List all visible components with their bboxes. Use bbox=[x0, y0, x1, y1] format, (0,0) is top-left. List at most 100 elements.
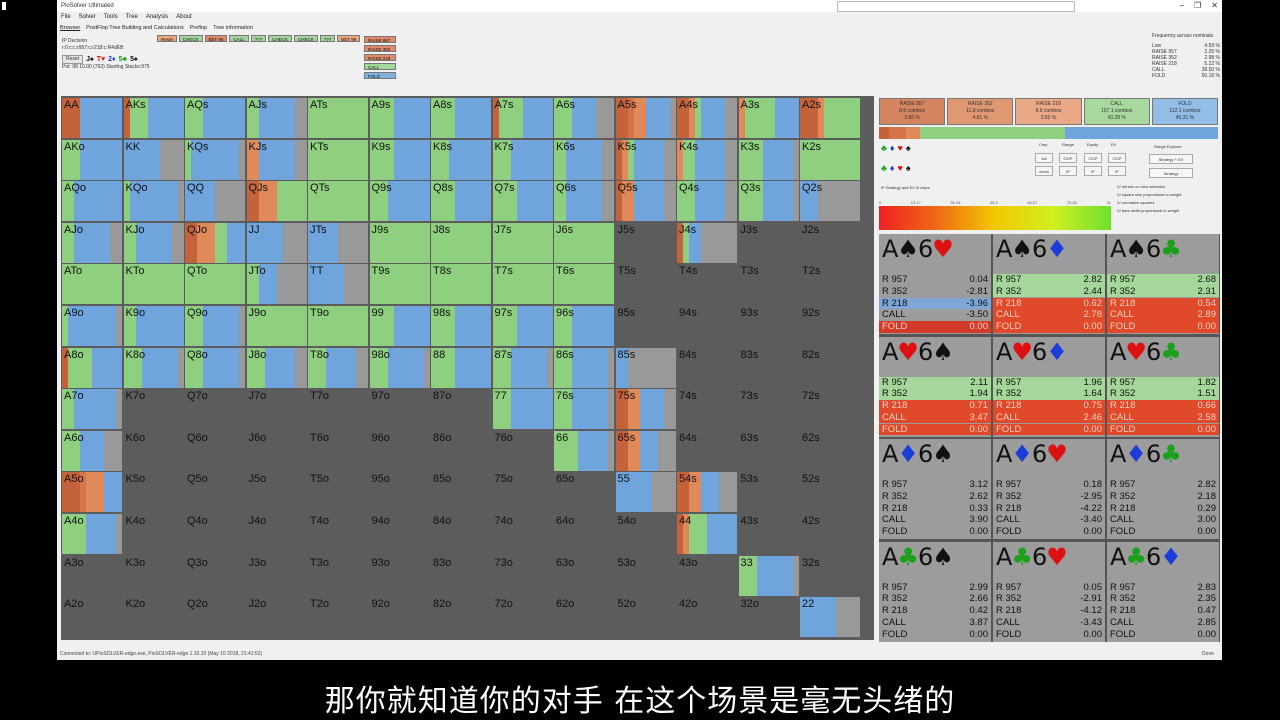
hand-cell-AJs[interactable]: AJs bbox=[246, 98, 307, 139]
hand-cell-A3s[interactable]: A3s bbox=[738, 98, 799, 139]
hand-cell-73o[interactable]: 73o bbox=[492, 555, 553, 596]
hand-cell-72o[interactable]: 72o bbox=[492, 597, 553, 638]
action-history-3[interactable]: CALL bbox=[229, 35, 249, 42]
menu-tree[interactable]: Tree bbox=[126, 12, 138, 22]
action-summary-1[interactable]: RAISE 352 11.9 combos 4.81 % bbox=[947, 98, 1014, 125]
hand-cell-JJ[interactable]: JJ bbox=[246, 222, 307, 263]
hand-cell-J2o[interactable]: J2o bbox=[246, 597, 307, 638]
hand-cell-52s[interactable]: 52s bbox=[800, 472, 860, 513]
hand-cell-63s[interactable]: 63s bbox=[738, 430, 799, 471]
combo-card[interactable]: A♦6♥ R 957 0.18 R 352 -2.95 R 218 -4.22 CALL -3.… bbox=[993, 439, 1105, 539]
hand-cell-J7o[interactable]: J7o bbox=[246, 389, 307, 430]
menu-about[interactable]: About bbox=[176, 12, 192, 22]
action-summary-4[interactable]: FOLD 112.1 combos 45.31 % bbox=[1151, 98, 1219, 125]
hand-cell-QTo[interactable]: QTo bbox=[185, 264, 245, 305]
hand-cell-Q7s[interactable]: Q7s bbox=[492, 181, 553, 222]
hand-cell-52o[interactable]: 52o bbox=[615, 597, 676, 638]
hand-cell-J7s[interactable]: J7s bbox=[492, 222, 553, 263]
hand-cell-ATs[interactable]: ATs bbox=[308, 98, 368, 139]
hand-cell-93s[interactable]: 93s bbox=[738, 306, 799, 347]
menu-tools[interactable]: Tools bbox=[104, 12, 118, 22]
hand-cell-Q3s[interactable]: Q3s bbox=[738, 181, 799, 222]
hand-cell-77[interactable]: 77 bbox=[492, 389, 553, 430]
diamond-icon[interactable]: ♦ bbox=[890, 143, 895, 153]
action-summary-3[interactable]: CALL 107.1 combos 43.28 % bbox=[1083, 98, 1150, 125]
hand-cell-KK[interactable]: KK bbox=[123, 139, 184, 180]
hand-cell-85s[interactable]: 85s bbox=[615, 347, 676, 388]
hand-cell-KQs[interactable]: KQs bbox=[185, 139, 245, 180]
hand-cell-T9s[interactable]: T9s bbox=[369, 264, 430, 305]
strategy-ev-dropdown[interactable]: Strategy + EV bbox=[1149, 154, 1193, 164]
close-icon[interactable]: ✕ bbox=[1211, 0, 1218, 12]
hand-cell-QJs[interactable]: QJs bbox=[246, 181, 307, 222]
hand-cell-65s[interactable]: 65s bbox=[615, 430, 676, 471]
hand-cell-32o[interactable]: 32o bbox=[738, 597, 799, 638]
action-history-1[interactable]: CHECK bbox=[178, 35, 203, 42]
hand-cell-75s[interactable]: 75s bbox=[615, 389, 676, 430]
hand-cell-QJo[interactable]: QJo bbox=[185, 222, 245, 263]
range-explorer-label[interactable]: Range Explorer bbox=[1154, 144, 1182, 149]
action-option-2[interactable]: RAISE 218 bbox=[364, 54, 396, 61]
hand-cell-Q3o[interactable]: Q3o bbox=[185, 555, 245, 596]
minimize-icon[interactable]: – bbox=[1180, 0, 1184, 12]
hand-cell-T5o[interactable]: T5o bbox=[308, 472, 368, 513]
hand-cell-A3o[interactable]: A3o bbox=[62, 555, 122, 596]
combo-card[interactable]: A♣6♦ R 957 2.83 R 352 2.35 R 218 0.47 CALL 2.85 F… bbox=[1107, 541, 1219, 642]
hand-cell-AKo[interactable]: AKo bbox=[62, 139, 122, 180]
hand-cell-J8o[interactable]: J8o bbox=[246, 347, 307, 388]
hand-cell-55[interactable]: 55 bbox=[615, 472, 676, 513]
strategy-dropdown[interactable]: Strategy bbox=[1149, 168, 1193, 178]
zoom-button[interactable]: zoom bbox=[1035, 166, 1053, 176]
combo-card[interactable]: A♠6♥ R 957 0.04 R 352 -2.81 R 218 -3.96 CALL -3.… bbox=[879, 234, 991, 334]
hand-cell-AA[interactable]: AA bbox=[62, 98, 122, 139]
hand-cell-J2s[interactable]: J2s bbox=[800, 222, 860, 263]
hand-cell-Q5o[interactable]: Q5o bbox=[185, 472, 245, 513]
spade-icon[interactable]: ♠ bbox=[906, 143, 911, 153]
hand-cell-A6s[interactable]: A6s bbox=[554, 98, 614, 139]
hand-cell-KJs[interactable]: KJs bbox=[246, 139, 307, 180]
hand-cell-KTs[interactable]: KTs bbox=[308, 139, 368, 180]
hand-cell-62s[interactable]: 62s bbox=[800, 430, 860, 471]
hand-cell-Q2o[interactable]: Q2o bbox=[185, 597, 245, 638]
tab-postflop[interactable]: PostFlop Tree Building and Calculations bbox=[86, 23, 184, 33]
full-button[interactable]: full bbox=[1035, 153, 1053, 163]
hand-cell-K6o[interactable]: K6o bbox=[123, 430, 184, 471]
hand-cell-A4s[interactable]: A4s bbox=[677, 98, 737, 139]
action-option-0[interactable]: RAISE 957 bbox=[364, 36, 396, 43]
hand-cell-J3o[interactable]: J3o bbox=[246, 555, 307, 596]
hand-cell-96o[interactable]: 96o bbox=[369, 430, 430, 471]
hand-cell-A7s[interactable]: A7s bbox=[492, 98, 553, 139]
combo-card[interactable]: A♠6♦ R 957 2.82 R 352 2.44 R 218 0.62 CALL 2.78 F… bbox=[993, 234, 1105, 334]
hand-cell-K2o[interactable]: K2o bbox=[123, 597, 184, 638]
tab-preflop[interactable]: Preflop bbox=[190, 23, 207, 33]
hand-cell-A9o[interactable]: A9o bbox=[62, 306, 122, 347]
menu-file[interactable]: File bbox=[61, 12, 71, 22]
hand-cell-64s[interactable]: 64s bbox=[677, 430, 737, 471]
combo-card[interactable]: A♥6♠ R 957 2.11 R 352 1.94 R 218 0.71 CALL 3.47 F… bbox=[879, 336, 991, 437]
hand-cell-Q6o[interactable]: Q6o bbox=[185, 430, 245, 471]
hand-cell-97s[interactable]: 97s bbox=[492, 306, 553, 347]
hand-cell-Q8s[interactable]: Q8s bbox=[431, 181, 491, 222]
hand-cell-AQo[interactable]: AQo bbox=[62, 181, 122, 222]
heart-icon[interactable]: ♥ bbox=[898, 143, 903, 153]
hand-cell-82s[interactable]: 82s bbox=[800, 347, 860, 388]
hand-cell-JTs[interactable]: JTs bbox=[308, 222, 368, 263]
equity-oop-button[interactable]: OOP bbox=[1084, 153, 1102, 163]
hand-cell-87s[interactable]: 87s bbox=[492, 347, 553, 388]
hand-cell-87o[interactable]: 87o bbox=[431, 389, 491, 430]
hand-cell-84s[interactable]: 84s bbox=[677, 347, 737, 388]
hand-cell-A7o[interactable]: A7o bbox=[62, 389, 122, 430]
hand-cell-J4o[interactable]: J4o bbox=[246, 514, 307, 555]
hand-cell-Q9o[interactable]: Q9o bbox=[185, 306, 245, 347]
hand-cell-85o[interactable]: 85o bbox=[431, 472, 491, 513]
menu-solver[interactable]: Solver bbox=[79, 12, 96, 22]
hand-cell-43s[interactable]: 43s bbox=[738, 514, 799, 555]
hand-cell-K2s[interactable]: K2s bbox=[800, 139, 860, 180]
hand-cell-TT[interactable]: TT bbox=[308, 264, 368, 305]
hand-cell-K3o[interactable]: K3o bbox=[123, 555, 184, 596]
hand-cell-62o[interactable]: 62o bbox=[554, 597, 614, 638]
hand-cell-82o[interactable]: 82o bbox=[431, 597, 491, 638]
hand-cell-K8s[interactable]: K8s bbox=[431, 139, 491, 180]
hand-cell-T2o[interactable]: T2o bbox=[308, 597, 368, 638]
menu-analysis[interactable]: Analysis bbox=[146, 12, 168, 22]
